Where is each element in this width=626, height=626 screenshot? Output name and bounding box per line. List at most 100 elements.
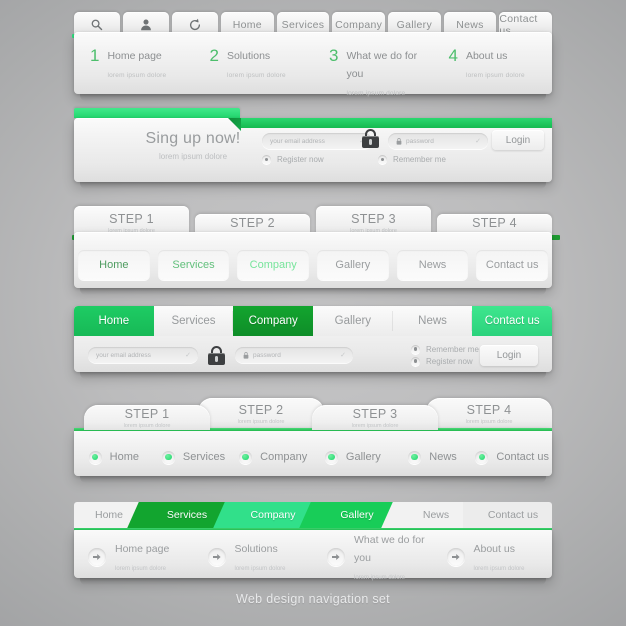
- register-now-radio[interactable]: Register now: [262, 155, 324, 164]
- list-item[interactable]: 1 Home page lorem ipsum dolore: [74, 46, 194, 86]
- remember-me-radio[interactable]: Remember me: [378, 155, 446, 164]
- tab-label: News: [456, 19, 483, 31]
- navbar-tab-news[interactable]: News: [393, 306, 473, 336]
- email-field[interactable]: your email address ✓: [262, 133, 372, 149]
- step-sub: lorem ipsum dolore: [352, 423, 399, 429]
- link-news[interactable]: News: [397, 250, 469, 280]
- item-sub: lorem ipsum dolore: [474, 566, 525, 572]
- step-title: STEP 1: [125, 407, 170, 421]
- arrow-right-icon: [447, 548, 465, 566]
- tab-label: News: [423, 509, 449, 521]
- link-label: Company: [250, 259, 297, 271]
- section6-item-row: Home page lorem ipsum dolore Solutionslor…: [74, 538, 552, 576]
- ribbon-tab: [74, 108, 240, 118]
- step-tab-2[interactable]: STEP 2 lorem ipsum dolore: [198, 398, 324, 430]
- step-tab-3[interactable]: STEP 3 lorem ipsum dolore: [312, 405, 438, 430]
- tab-label: Gallery: [335, 315, 371, 327]
- list-item[interactable]: Home page lorem ipsum dolore: [74, 538, 194, 576]
- tab-label: Company: [249, 315, 298, 327]
- password-field[interactable]: password ✓: [235, 347, 353, 363]
- check-icon: ✓: [185, 351, 191, 359]
- step-title: STEP 1: [109, 212, 154, 226]
- item-title: Home page: [115, 543, 169, 555]
- user-icon: [139, 18, 153, 32]
- password-placeholder: password: [406, 138, 434, 145]
- ui-kit-stage: Home Services Company Gallery News Conta…: [0, 0, 626, 626]
- email-field[interactable]: your email address ✓: [88, 347, 198, 363]
- list-item[interactable]: About uslorem ipsum dolore: [433, 538, 553, 576]
- list-item[interactable]: 2 Solutions lorem ipsum dolore: [194, 46, 314, 86]
- section6-navbar: Home Services Company Gallery News Conta…: [74, 502, 552, 528]
- register-now-radio[interactable]: Register now: [411, 357, 479, 366]
- link-company[interactable]: Company: [237, 250, 309, 280]
- arrow-right-icon: [327, 548, 345, 566]
- link-services[interactable]: Services: [158, 250, 230, 280]
- navbar-tab-contact[interactable]: Contact us: [474, 502, 552, 528]
- list-item[interactable]: 4 About us lorem ipsum dolore: [433, 46, 553, 86]
- login-button[interactable]: Login: [492, 130, 544, 150]
- navbar-tab-company[interactable]: Company: [233, 306, 313, 336]
- small-lock-icon: [243, 352, 249, 359]
- tab-label: Contact us: [485, 315, 540, 327]
- section3-link-row: Home Services Company Gallery News Conta…: [74, 250, 552, 280]
- list-item[interactable]: What we do for youlorem ipsum dolore: [313, 538, 433, 576]
- green-dot-icon: [89, 451, 102, 464]
- password-placeholder: password: [253, 352, 281, 359]
- step-tab-4[interactable]: STEP 4 lorem ipsum dolore: [426, 398, 552, 430]
- link-label: Contact us: [496, 451, 549, 463]
- step-title: STEP 2: [239, 403, 284, 417]
- lock-icon: [362, 129, 379, 148]
- tab-label: Services: [171, 315, 215, 327]
- radio-label: Remember me: [426, 345, 479, 354]
- link-company[interactable]: Company: [233, 451, 313, 464]
- list-item[interactable]: Solutionslorem ipsum dolore: [194, 538, 314, 576]
- navbar-tab-services[interactable]: Services: [154, 306, 234, 336]
- item-sub: lorem ipsum dolore: [115, 566, 166, 572]
- small-lock-icon: [396, 138, 402, 145]
- ribbon-bar: [240, 118, 552, 128]
- item-sub: lorem ipsum dolore: [346, 90, 405, 97]
- step-title: STEP 2: [230, 216, 275, 230]
- list-item[interactable]: 3 What we do for you lorem ipsum dolore: [313, 46, 433, 86]
- remember-me-radio[interactable]: Remember me: [411, 345, 479, 354]
- signup-heading-group: Sing up now! lorem ipsum dolore: [118, 130, 268, 161]
- tab-label: Home: [233, 19, 262, 31]
- arrow-right-icon: [88, 548, 106, 566]
- step-title: STEP 3: [351, 212, 396, 226]
- link-label: Home: [110, 451, 139, 463]
- section4-radio-group: Remember me Register now: [411, 345, 479, 366]
- step-sub: lorem ipsum dolore: [466, 419, 513, 425]
- link-home[interactable]: Home: [78, 250, 150, 280]
- section4-navbar: Home Services Company Gallery News Conta…: [74, 306, 552, 336]
- link-services[interactable]: Services: [154, 451, 234, 464]
- navbar-tab-gallery[interactable]: Gallery: [313, 306, 393, 336]
- section4-form: your email address ✓ password ✓ Remember…: [74, 340, 552, 370]
- section5-steps: STEP 1 lorem ipsum dolore STEP 2 lorem i…: [74, 398, 552, 430]
- link-gallery[interactable]: Gallery: [317, 250, 389, 280]
- radio-label: Remember me: [393, 155, 446, 164]
- link-news[interactable]: News: [393, 451, 473, 464]
- tab-label: Services: [282, 19, 325, 31]
- lock-icon: [208, 346, 225, 365]
- login-button[interactable]: Login: [480, 345, 538, 366]
- tab-label: Gallery: [340, 509, 373, 521]
- link-contact[interactable]: Contact us: [472, 451, 552, 464]
- tab-label: Home: [95, 509, 123, 521]
- step-title: STEP 4: [472, 216, 517, 230]
- password-field[interactable]: password ✓: [388, 133, 488, 149]
- link-contact[interactable]: Contact us: [476, 250, 548, 280]
- navbar-tab-home[interactable]: Home: [74, 306, 154, 336]
- navbar-tab-contact[interactable]: Contact us: [472, 306, 552, 336]
- item-number: 4: [449, 47, 458, 64]
- link-home[interactable]: Home: [74, 451, 154, 464]
- step-tab-1[interactable]: STEP 1 lorem ipsum dolore: [84, 405, 210, 430]
- link-label: Company: [260, 451, 307, 463]
- green-dot-icon: [239, 451, 252, 464]
- page-subtitle: lorem ipsum dolore: [118, 152, 268, 161]
- radio-label: Register now: [277, 155, 324, 164]
- link-gallery[interactable]: Gallery: [313, 451, 393, 464]
- item-number: 1: [90, 47, 99, 64]
- check-icon: ✓: [340, 351, 346, 359]
- tab-label: Gallery: [397, 19, 432, 31]
- link-label: Gallery: [335, 259, 370, 271]
